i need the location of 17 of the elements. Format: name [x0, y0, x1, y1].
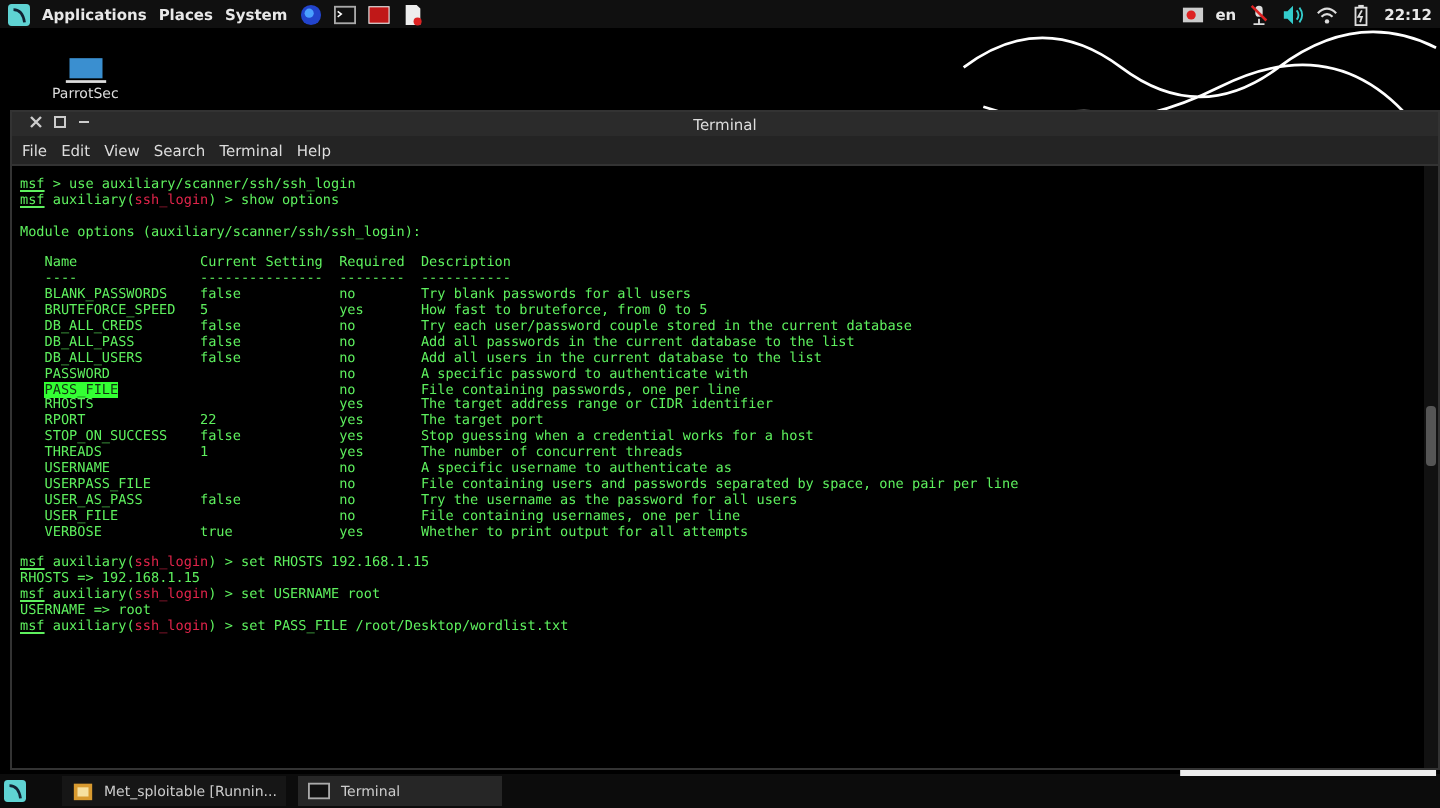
parrot-logo-icon[interactable]: [4, 780, 26, 802]
close-icon[interactable]: [28, 114, 44, 130]
battery-icon[interactable]: [1350, 3, 1373, 25]
parrot-logo-icon[interactable]: [8, 3, 30, 25]
record-icon[interactable]: [1181, 3, 1204, 25]
scrollbar-thumb[interactable]: [1426, 406, 1436, 466]
document-icon[interactable]: [401, 3, 424, 25]
maximize-icon[interactable]: [52, 114, 68, 130]
speaker-icon[interactable]: [1282, 3, 1305, 25]
terminal-icon[interactable]: [333, 3, 356, 25]
window-icon[interactable]: [367, 3, 390, 25]
terminal-icon: [308, 780, 331, 802]
globe-icon[interactable]: [299, 3, 322, 25]
microphone-icon[interactable]: [1248, 3, 1271, 25]
box-icon: [72, 780, 94, 802]
laptop-icon[interactable]: [63, 56, 108, 86]
wifi-icon[interactable]: [1316, 3, 1339, 25]
